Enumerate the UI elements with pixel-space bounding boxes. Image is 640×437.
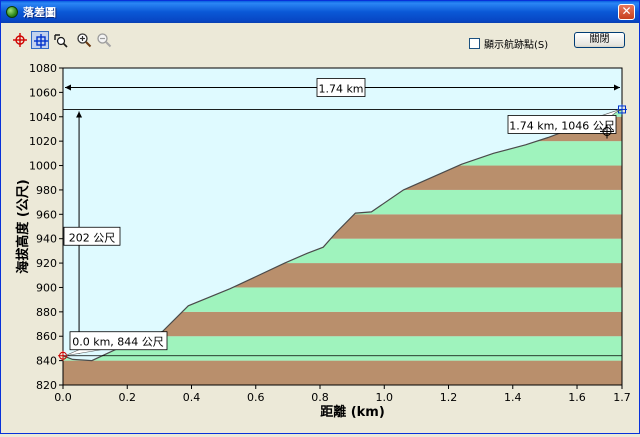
x-tick-label: 0.2 xyxy=(119,391,137,404)
x-tick-label: 1.7 xyxy=(613,391,631,404)
close-button[interactable]: 關閉 xyxy=(574,32,625,48)
x-tick-label: 1.4 xyxy=(504,391,522,404)
gain-label: 202 公尺 xyxy=(69,231,116,244)
crosshair-blue-icon[interactable] xyxy=(31,31,49,49)
x-tick-label: 0.8 xyxy=(311,391,329,404)
y-tick-label: 1000 xyxy=(29,160,57,173)
start-point-label: 0.0 km, 844 公尺 xyxy=(72,336,164,349)
window-close-button[interactable]: ✕ xyxy=(618,4,635,20)
show-track-points-label: 顯示航跡點(S) xyxy=(484,39,549,51)
x-tick-label: 0.0 xyxy=(54,391,72,404)
terrain-band xyxy=(63,360,622,385)
y-tick-label: 920 xyxy=(36,257,57,270)
rotate-magnifier-icon[interactable] xyxy=(51,31,69,49)
end-marker-icon xyxy=(617,104,627,115)
y-tick-label: 860 xyxy=(36,330,57,343)
end-point-label: 1.74 km, 1046 公尺 xyxy=(509,119,615,132)
x-tick-label: 0.6 xyxy=(247,391,265,404)
elevation-chart-area: 820 840 860 880 900 920 940 960 980 1000 1020 1040 1… xyxy=(1,55,639,433)
y-tick-label: 1020 xyxy=(29,135,57,148)
y-axis-title: 海拔高度 (公尺) xyxy=(15,179,31,273)
toolbar: 顯示航跡點(S) 關閉 xyxy=(1,23,639,55)
app-globe-icon xyxy=(6,6,18,18)
crosshair-red-icon[interactable] xyxy=(11,31,29,49)
y-tick-label: 900 xyxy=(36,281,57,294)
x-axis-title: 距離 (km) xyxy=(320,404,385,420)
y-tick-label: 1040 xyxy=(29,111,57,124)
x-tick-label: 1.6 xyxy=(568,391,586,404)
y-tick-label: 840 xyxy=(36,355,57,368)
y-tick-label: 1080 xyxy=(29,62,57,75)
y-tick-label: 960 xyxy=(36,208,57,221)
distance-label: 1.74 km xyxy=(318,83,363,96)
y-tick-label: 980 xyxy=(36,184,57,197)
zoom-out-icon[interactable] xyxy=(95,31,113,49)
checkbox-box[interactable] xyxy=(469,37,480,49)
elevation-profile-chart: 8208408608809009209409609801000102010401… xyxy=(15,62,631,420)
y-tick-label: 940 xyxy=(36,233,57,246)
x-tick-label: 1.2 xyxy=(440,391,458,404)
zoom-in-icon[interactable] xyxy=(75,31,93,49)
show-track-points-checkbox[interactable]: 顯示航跡點(S) xyxy=(469,36,549,51)
profile-window: 落差圖 ✕ 顯示航跡點(S) 關閉 820 840 860 880 900 92… xyxy=(0,0,640,434)
y-tick-label: 1060 xyxy=(29,86,57,99)
title-bar[interactable]: 落差圖 ✕ xyxy=(1,1,639,23)
y-tick-label: 880 xyxy=(36,306,57,319)
window-title: 落差圖 xyxy=(23,6,56,19)
x-tick-label: 0.4 xyxy=(183,391,201,404)
x-tick-label: 1.0 xyxy=(376,391,394,404)
